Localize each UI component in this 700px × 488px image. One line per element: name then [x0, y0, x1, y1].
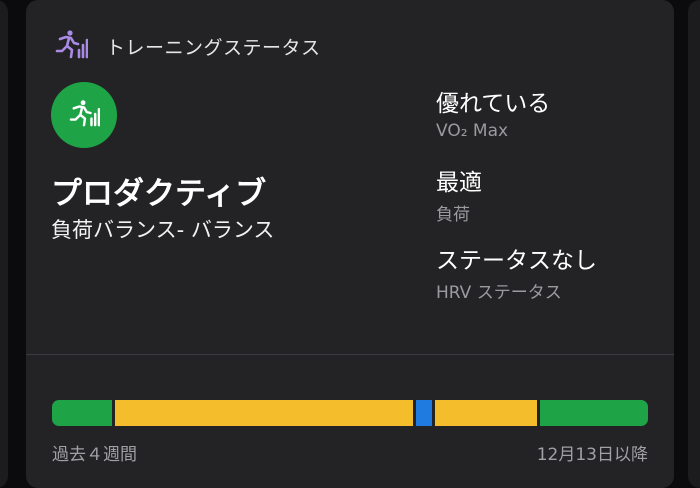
vo2max-metric: 優れている VO₂ Max: [436, 84, 550, 141]
timeline-end-label: 12月13日以降: [536, 445, 648, 465]
training-status-card[interactable]: トレーニングステータス プロダクティブ 負荷バランス- バランス 優れている V…: [26, 0, 674, 488]
metric-label: VO₂ Max: [436, 121, 509, 141]
timeline-segment-productive: [52, 400, 113, 426]
timeline-start-label: 過去４週間: [52, 445, 137, 465]
status-badge: [51, 82, 117, 148]
timeline-segment-peaking: [416, 400, 433, 426]
status-timeline-bar: [52, 400, 648, 426]
timeline-segment-productive: [540, 400, 648, 426]
timeline-segment-maintaining: [435, 400, 538, 426]
load-metric: 最適 負荷: [436, 163, 482, 225]
hrv-status-metric: ステータスなし HRV ステータス: [436, 241, 597, 303]
training-runner-icon: [68, 99, 101, 131]
training-runner-icon: [54, 29, 89, 59]
metric-label: 負荷: [436, 205, 470, 225]
status-title: プロダクティブ: [51, 176, 267, 212]
next-card-edge[interactable]: [688, 0, 700, 488]
card-title: トレーニングステータス: [106, 37, 321, 59]
metric-value: 優れている: [436, 91, 551, 117]
timeline-segment-maintaining: [115, 400, 414, 426]
metric-label: HRV ステータス: [436, 283, 562, 303]
metric-value: 最適: [436, 170, 482, 196]
previous-card-edge[interactable]: [0, 0, 8, 488]
metric-value: ステータスなし: [436, 248, 597, 274]
load-balance-subtitle: 負荷バランス- バランス: [51, 218, 275, 242]
divider: [26, 354, 674, 355]
